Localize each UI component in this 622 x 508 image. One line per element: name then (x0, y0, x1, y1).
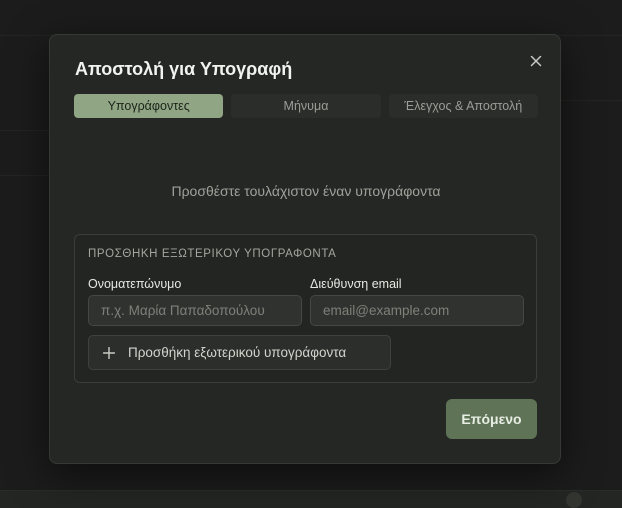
send-for-signature-dialog: Αποστολή για Υπογραφή Υπογράφοντες Μήνυμ… (49, 34, 561, 464)
next-button[interactable]: Επόμενο (446, 399, 537, 439)
close-icon (530, 55, 542, 67)
close-button[interactable] (526, 51, 546, 71)
empty-signers-message: Προσθέστε τουλάχιστον έναν υπογράφοντα (171, 183, 441, 199)
email-input[interactable] (310, 295, 524, 326)
tab-review-send[interactable]: Έλεγχος & Αποστολή (388, 94, 538, 118)
step-tabs: Υπογράφοντες Μήνυμα Έλεγχος & Αποστολή (74, 94, 538, 118)
backdrop-divider (0, 130, 49, 131)
name-input[interactable] (88, 295, 302, 326)
backdrop-divider (561, 100, 622, 101)
backdrop-divider (0, 175, 49, 176)
backdrop-heading (0, 68, 6, 94)
add-external-signer-button[interactable]: Προσθήκη εξωτερικού υπογράφοντα (88, 335, 391, 370)
tab-signers[interactable]: Υπογράφοντες (74, 94, 224, 118)
external-signer-panel: ΠΡΟΣΘΗΚΗ ΕΞΩΤΕΡΙΚΟΥ ΥΠΟΓΡΑΦΟΝΤΑ Ονοματεπ… (74, 234, 537, 383)
dialog-title: Αποστολή για Υπογραφή (75, 59, 293, 79)
backdrop-knob (566, 492, 582, 508)
plus-icon (103, 346, 115, 359)
tab-message[interactable]: Μήνυμα (231, 94, 381, 118)
add-external-signer-label: Προσθήκη εξωτερικού υπογράφοντα (128, 345, 347, 360)
name-label: Ονοματεπώνυμο (88, 277, 182, 291)
backdrop-bottom-bar (0, 490, 622, 508)
external-signer-heading: ΠΡΟΣΘΗΚΗ ΕΞΩΤΕΡΙΚΟΥ ΥΠΟΓΡΑΦΟΝΤΑ (88, 248, 337, 260)
email-label: Διεύθυνση email (310, 277, 402, 291)
